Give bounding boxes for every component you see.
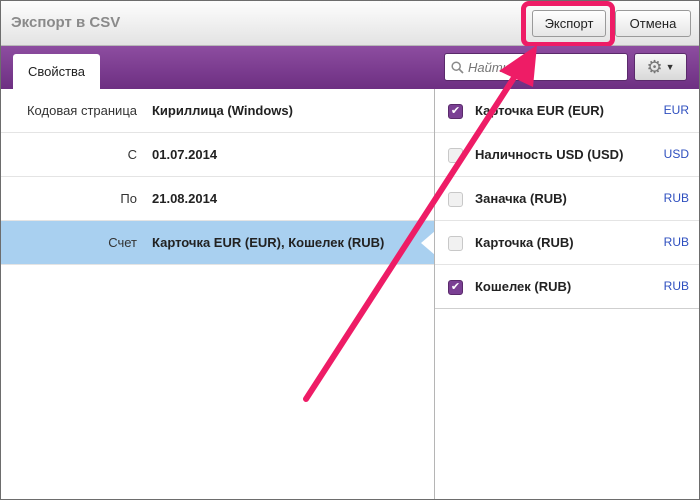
- chevron-down-icon: ▼: [665, 62, 675, 72]
- property-label: Кодовая страница: [26, 103, 137, 118]
- settings-button[interactable]: ⚙ ▼: [634, 53, 687, 81]
- account-checkbox[interactable]: ✔: [448, 280, 463, 295]
- cancel-button[interactable]: Отмена: [615, 10, 691, 37]
- property-label: По: [120, 191, 137, 206]
- selection-pointer: [421, 231, 435, 255]
- toolbar: Свойства ⚙▼: [1, 46, 699, 89]
- property-value: 21.08.2014: [152, 191, 218, 206]
- search-box[interactable]: [444, 53, 628, 81]
- property-value: Кириллица (Windows): [152, 103, 293, 118]
- export-highlight-box: [521, 1, 615, 47]
- property-label: Счет: [108, 235, 137, 250]
- account-row[interactable]: Заначка (RUB) RUB: [435, 177, 699, 221]
- account-checkbox[interactable]: [448, 192, 463, 207]
- account-row[interactable]: Наличность USD (USD) USD: [435, 133, 699, 177]
- window-title: Экспорт в CSV: [11, 14, 121, 31]
- account-row[interactable]: ✔ Кошелек (RUB) RUB: [435, 265, 699, 309]
- account-currency: RUB: [663, 235, 689, 249]
- search-icon: [451, 60, 464, 74]
- account-currency: RUB: [663, 191, 689, 205]
- title-bar: Экспорт в CSV Экспорт Отмена: [1, 1, 699, 47]
- account-name: Кошелек (RUB): [475, 279, 572, 294]
- account-checkbox[interactable]: ✔: [448, 104, 463, 119]
- property-label: С: [127, 147, 137, 162]
- account-row[interactable]: Карточка (RUB) RUB: [435, 221, 699, 265]
- account-currency: USD: [663, 147, 689, 161]
- account-name: Заначка (RUB): [475, 191, 567, 206]
- account-row[interactable]: ✔ Карточка EUR (EUR) EUR: [435, 89, 699, 133]
- account-currency: RUB: [663, 279, 689, 293]
- property-value: 01.07.2014: [152, 147, 218, 162]
- search-input[interactable]: [468, 59, 618, 75]
- tab-properties[interactable]: Свойства: [13, 54, 100, 89]
- account-name: Наличность USD (USD): [475, 147, 624, 162]
- property-row-codepage[interactable]: Кодовая страница Кириллица (Windows): [1, 89, 435, 133]
- account-name: Карточка EUR (EUR): [475, 103, 604, 118]
- property-row-from[interactable]: С 01.07.2014: [1, 133, 435, 177]
- property-row-account[interactable]: Счет Карточка EUR (EUR), Кошелек (RUB): [1, 221, 435, 265]
- property-row-to[interactable]: По 21.08.2014: [1, 177, 435, 221]
- accounts-pane: ✔ Карточка EUR (EUR) EUR Наличность USD …: [435, 89, 699, 499]
- account-name: Карточка (RUB): [475, 235, 574, 250]
- account-currency: EUR: [663, 103, 689, 117]
- property-value: Карточка EUR (EUR), Кошелек (RUB): [152, 235, 385, 250]
- properties-pane: Кодовая страница Кириллица (Windows) С 0…: [1, 89, 435, 499]
- gear-icon: ⚙: [646, 56, 663, 77]
- account-checkbox[interactable]: [448, 148, 463, 163]
- account-checkbox[interactable]: [448, 236, 463, 251]
- export-csv-dialog: Экспорт в CSV Экспорт Отмена Свойства ⚙▼…: [0, 0, 700, 500]
